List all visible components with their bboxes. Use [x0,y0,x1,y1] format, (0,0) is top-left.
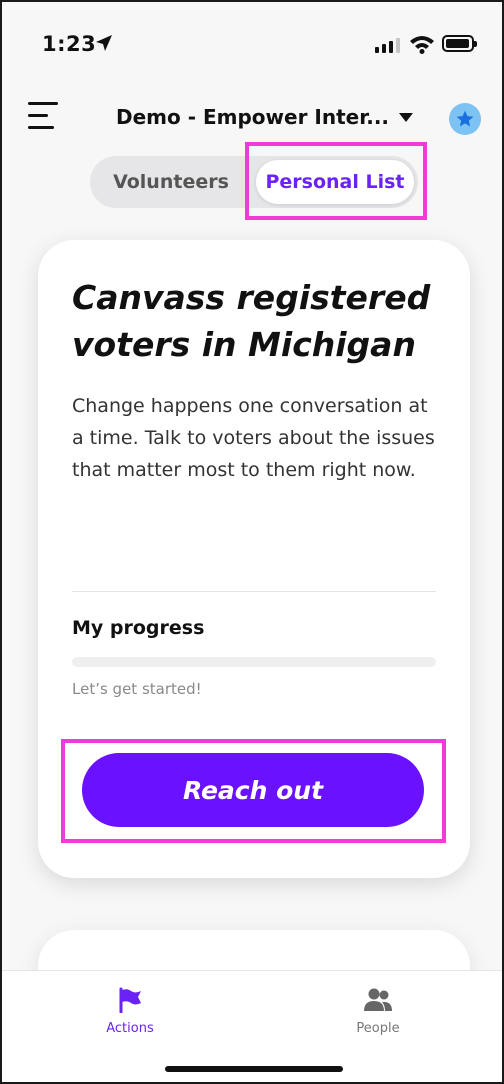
flag-icon [119,987,141,1013]
hamburger-menu-icon[interactable] [28,102,58,130]
org-selector[interactable]: Demo - Empower Inter... [116,105,414,129]
card-description: Change happens one conversation at a tim… [72,395,435,481]
location-arrow-icon [96,35,112,51]
divider [72,591,436,592]
progress-status: Let’s get started! [72,680,202,698]
cellular-signal-icon [375,38,400,53]
status-time: 1:23 [42,32,97,56]
highlight-box-personal-list [245,142,427,220]
progress-label: My progress [72,617,205,639]
highlight-box-reach-out [61,739,446,843]
caret-down-icon [399,112,414,122]
home-indicator [165,1066,343,1072]
people-icon [364,988,392,1011]
progress-bar [72,657,436,667]
nav-item-actions[interactable]: Actions [70,987,190,1036]
nav-label-people: People [356,1021,400,1036]
battery-icon [442,35,477,52]
card-title: Canvass registered voters in Michigan [72,278,431,364]
wifi-icon [410,36,434,54]
phone-screen: 1:23 Demo - Empower Inter... Volunteers … [0,0,504,1084]
tab-volunteers[interactable]: Volunteers [100,156,242,208]
org-name: Demo - Empower Inter... [116,105,390,129]
star-icon [456,110,474,127]
nav-item-people[interactable]: People [318,987,438,1036]
nav-label-actions: Actions [106,1021,154,1036]
favorites-button[interactable] [449,103,481,135]
